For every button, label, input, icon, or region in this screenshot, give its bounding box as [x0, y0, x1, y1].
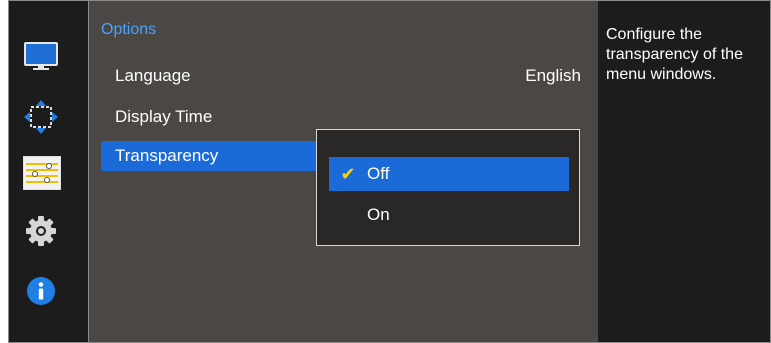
sidebar-item-system[interactable] [23, 213, 59, 249]
monitor-icon [24, 42, 58, 70]
menu-item-language[interactable]: Language English [101, 61, 581, 91]
checkmark-icon: ✔ [340, 163, 356, 184]
option-off[interactable]: ✔ Off [329, 157, 569, 191]
option-label: On [367, 205, 390, 224]
sidebar-item-options[interactable] [23, 155, 61, 191]
option-on[interactable]: On [329, 198, 569, 232]
sidebar-item-information[interactable] [23, 273, 59, 309]
options-sliders-icon [23, 156, 61, 190]
help-text: Configure the transparency of the menu w… [606, 26, 743, 83]
menu-item-label: Transparency [115, 146, 219, 165]
transparency-dropdown: ✔ Off On [316, 129, 580, 246]
gear-icon [26, 216, 56, 246]
menu-item-label: Display Time [115, 107, 213, 126]
page-title: Options [101, 21, 157, 38]
info-icon [27, 277, 55, 305]
menu-item-display-time[interactable]: Display Time [101, 102, 581, 132]
menu-item-transparency[interactable]: Transparency [101, 141, 317, 171]
sidebar-item-picture[interactable] [23, 39, 59, 75]
help-panel: Configure the transparency of the menu w… [598, 1, 770, 342]
menu-item-value: English [525, 66, 581, 85]
sidebar-item-position[interactable] [23, 99, 59, 135]
menu-item-label: Language [115, 66, 191, 85]
option-label: Off [367, 164, 390, 183]
category-sidebar [9, 1, 87, 342]
position-arrows-icon [24, 100, 58, 134]
